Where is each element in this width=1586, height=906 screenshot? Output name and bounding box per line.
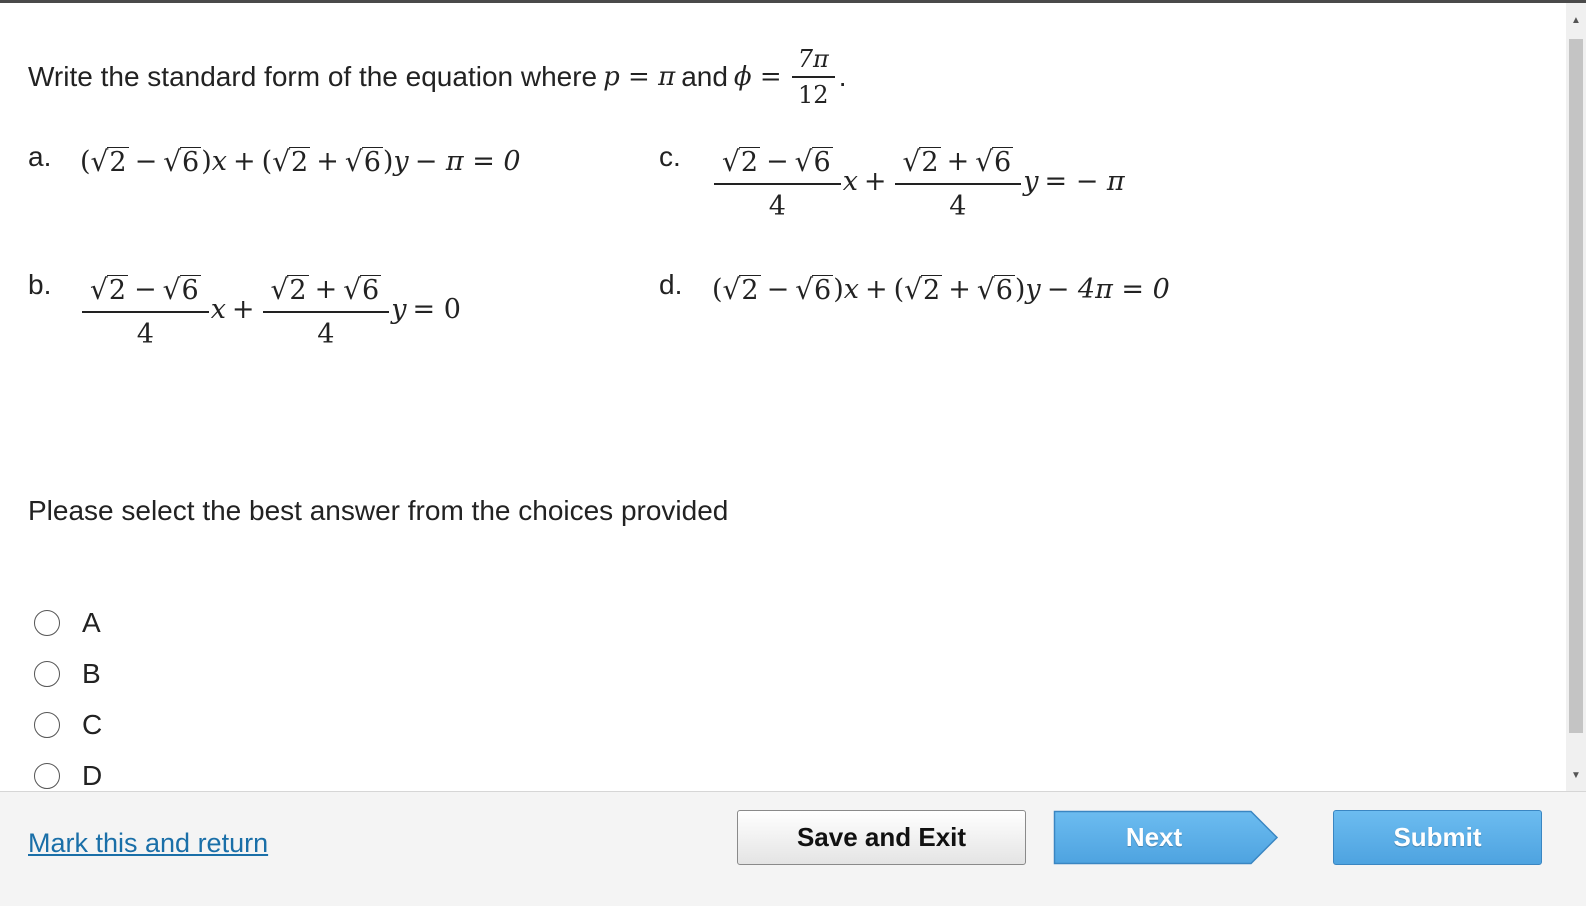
sqrt-6: √ 6 <box>794 144 833 178</box>
option-label: B <box>82 658 101 689</box>
choice-d-tail: − 4π = 0 <box>1046 273 1170 305</box>
option-label: D <box>82 760 103 791</box>
fraction: √ 2 + √ 6 4 <box>894 139 1022 225</box>
radio-button[interactable] <box>34 712 60 738</box>
sqrt-6: √ 6 <box>163 144 202 178</box>
option-a[interactable]: A <box>34 607 101 639</box>
plus: + <box>316 145 339 177</box>
var-y: y <box>391 294 407 326</box>
var-x: x <box>211 145 228 177</box>
choice-a-label: a. <box>28 141 52 172</box>
sqrt-6: √ 6 <box>795 272 834 306</box>
minus: − <box>134 145 158 177</box>
var-y: y <box>1025 273 1041 305</box>
scrollbar-thumb[interactable] <box>1569 39 1583 733</box>
submit-button[interactable]: Submit <box>1333 810 1542 865</box>
phi-fraction: 7π 12 <box>791 42 835 112</box>
paren: ( <box>893 273 905 305</box>
denominator: 4 <box>136 318 154 350</box>
question-stem: Write the standard form of the equation … <box>28 37 847 117</box>
sqrt-2: √ 2 <box>270 272 309 306</box>
sqrt-6: √ 6 <box>162 272 201 306</box>
paren: ) <box>201 145 212 177</box>
var-x: x <box>842 166 858 198</box>
choice-d-label: d. <box>659 269 683 300</box>
footer-bar: Mark this and return Save and Exit Next … <box>0 791 1586 906</box>
paren: ( <box>80 145 91 177</box>
option-b[interactable]: B <box>34 658 101 690</box>
p-equals-pi: p = π <box>603 62 676 92</box>
choice-d-expression: ( √ 2 − √ 6 ) x + ( √ 2 + √ 6 ) y − 4π = 0 <box>712 267 1176 311</box>
option-d[interactable]: D <box>34 760 102 792</box>
paren: ) <box>1014 273 1026 305</box>
plus: + <box>231 294 255 326</box>
var-x: x <box>210 294 226 326</box>
paren: ( <box>261 145 273 177</box>
denominator: 4 <box>317 318 335 350</box>
plus: + <box>863 166 887 198</box>
minus: − <box>766 145 789 177</box>
var-y: y <box>393 145 409 177</box>
minus: − <box>766 273 790 305</box>
paren: ( <box>712 273 723 305</box>
sqrt-2: √ 2 <box>272 144 311 178</box>
phi-equals: ϕ = <box>733 62 782 92</box>
paren: ) <box>833 273 844 305</box>
sqrt-6: √ 6 <box>343 272 382 306</box>
sqrt-2: √ 2 <box>902 144 941 178</box>
plus: + <box>946 145 970 177</box>
denominator: 4 <box>949 190 967 222</box>
plus: + <box>314 273 338 305</box>
choice-c-tail: = − π <box>1044 166 1125 198</box>
answer-prompt: Please select the best answer from the c… <box>28 495 729 526</box>
choice-c-expression: √ 2 − √ 6 4 x + √ 2 + √ 6 4 y = − π <box>712 139 1131 225</box>
period: . <box>838 61 847 92</box>
choice-b-expression: √ 2 − √ 6 4 x + √ 2 + √ 6 4 y = 0 <box>80 267 467 353</box>
var-y: y <box>1023 166 1039 198</box>
choice-b-label: b. <box>28 269 52 300</box>
fraction: √ 2 + √ 6 4 <box>262 267 390 353</box>
phi-numerator: 7π <box>797 45 829 74</box>
sqrt-6: √ 6 <box>976 272 1015 306</box>
save-and-exit-button[interactable]: Save and Exit <box>737 810 1026 865</box>
plus: + <box>233 145 256 177</box>
option-label: A <box>82 607 101 638</box>
scroll-up-arrow-icon[interactable]: ▲ <box>1566 3 1586 37</box>
plus: + <box>865 273 888 305</box>
question-text: Write the standard form of the equation … <box>28 61 598 92</box>
fraction: √ 2 − √ 6 4 <box>714 139 841 225</box>
scroll-down-arrow-icon[interactable]: ▼ <box>1566 765 1586 785</box>
mark-and-return-link[interactable]: Mark this and return <box>28 828 268 859</box>
sqrt-6: √ 6 <box>344 144 383 178</box>
sqrt-2: √ 2 <box>722 144 761 178</box>
question-content: Write the standard form of the equation … <box>0 3 1566 801</box>
phi-denominator: 12 <box>797 80 829 109</box>
plus: + <box>948 273 971 305</box>
radio-button[interactable] <box>34 610 60 636</box>
sqrt-2: √ 2 <box>90 144 129 178</box>
choice-a-expression: ( √ 2 − √ 6 ) x + ( √ 2 + √ 6 ) y − π = 0 <box>80 139 527 183</box>
choice-b-tail: = 0 <box>412 294 461 326</box>
minus: − <box>134 273 157 305</box>
next-button[interactable]: Next <box>1053 810 1279 865</box>
fraction: √ 2 − √ 6 4 <box>82 267 209 353</box>
choice-a-tail: − π = 0 <box>414 145 521 177</box>
option-c[interactable]: C <box>34 709 102 741</box>
option-label: C <box>82 709 103 740</box>
next-button-label: Next <box>1125 822 1183 852</box>
and-text: and <box>681 61 728 92</box>
choice-c-label: c. <box>659 141 681 172</box>
denominator: 4 <box>768 190 786 222</box>
var-x: x <box>843 273 860 305</box>
sqrt-6: √ 6 <box>975 144 1014 178</box>
radio-button[interactable] <box>34 661 60 687</box>
vertical-scrollbar[interactable]: ▲ ▼ <box>1566 3 1586 791</box>
sqrt-2: √ 2 <box>90 272 129 306</box>
sqrt-2: √ 2 <box>722 272 761 306</box>
sqrt-2: √ 2 <box>904 272 943 306</box>
paren: ) <box>382 145 394 177</box>
radio-button[interactable] <box>34 763 60 789</box>
